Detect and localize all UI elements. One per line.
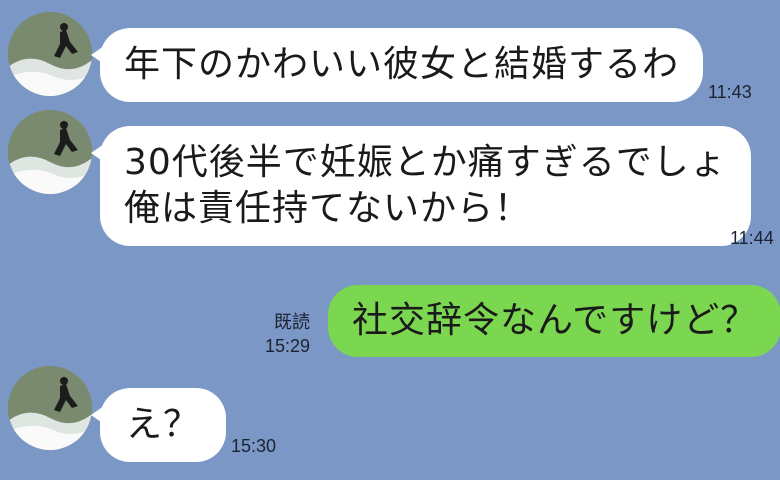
message-timestamp: 15:30 <box>231 436 277 456</box>
message-text-line: 俺は責任持てないから！ <box>124 188 532 229</box>
message-meta: 既読 15:29 <box>258 310 310 358</box>
message-text-line: 30代後半で妊娠とか痛すぎるでしょ <box>124 142 727 183</box>
message-text: え？ <box>126 404 201 445</box>
message-timestamp: 11:43 <box>708 82 752 102</box>
chat-area[interactable]: 年下のかわいい彼女と結婚するわ 11:43 30代後半で妊娠とか痛すぎるでしょ … <box>0 0 780 480</box>
surfer-photo-icon <box>8 110 92 194</box>
avatar[interactable] <box>8 366 92 450</box>
incoming-message-bubble[interactable]: え？ <box>90 388 227 462</box>
outgoing-message-bubble[interactable]: 社交辞令なんですけど？ <box>328 285 780 357</box>
avatar[interactable] <box>8 12 92 96</box>
surfer-photo-icon <box>8 12 92 96</box>
message-timestamp: 15:29 <box>264 336 310 356</box>
incoming-message-bubble[interactable]: 30代後半で妊娠とか痛すぎるでしょ 俺は責任持てないから！ <box>91 126 751 246</box>
avatar[interactable] <box>8 110 92 194</box>
message-text: 年下のかわいい彼女と結婚するわ <box>124 44 680 85</box>
read-receipt: 既読 <box>274 312 310 332</box>
incoming-message-bubble[interactable]: 年下のかわいい彼女と結婚するわ <box>90 28 704 102</box>
message-timestamp: 11:44 <box>730 228 774 248</box>
surfer-photo-icon <box>8 366 92 450</box>
message-text: 社交辞令なんですけど？ <box>352 300 758 341</box>
